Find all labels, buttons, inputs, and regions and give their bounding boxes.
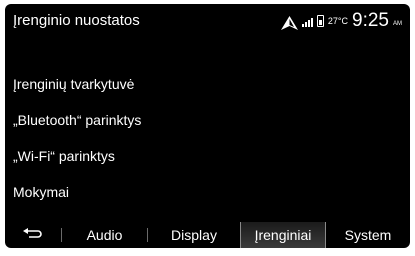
menu-item-tutorials[interactable]: Mokymai bbox=[13, 174, 410, 210]
device-settings-screen: Įrenginio nuostatos 27°C 9:25 AM Įrengin… bbox=[5, 4, 410, 248]
tab-audio[interactable]: Audio bbox=[62, 222, 147, 248]
settings-menu: Įrenginių tvarkytuvė „Bluetooth“ parinkt… bbox=[13, 66, 410, 210]
bottom-tab-bar: Audio Display Įrenginiai System bbox=[5, 222, 410, 248]
page-title: Įrenginio nuostatos bbox=[13, 12, 140, 29]
tab-system[interactable]: System bbox=[326, 222, 410, 248]
tab-devices[interactable]: Įrenginiai bbox=[240, 222, 326, 248]
signal-strength-icon bbox=[301, 15, 313, 27]
menu-item-wifi-options[interactable]: „Wi-Fi“ parinktys bbox=[13, 138, 410, 174]
status-bar: 27°C 9:25 AM bbox=[280, 8, 402, 31]
menu-item-device-manager[interactable]: Įrenginių tvarkytuvė bbox=[13, 66, 410, 102]
back-arrow-icon bbox=[5, 228, 61, 240]
temperature-readout: 27°C bbox=[327, 16, 349, 26]
back-button[interactable] bbox=[5, 222, 61, 248]
clock-time: 9:25 bbox=[352, 10, 389, 31]
phone-battery-icon bbox=[316, 15, 324, 27]
navigation-arrow-icon[interactable] bbox=[280, 16, 298, 30]
menu-item-bluetooth-options[interactable]: „Bluetooth“ parinktys bbox=[13, 102, 410, 138]
clock-ampm: AM bbox=[393, 21, 402, 27]
tab-display[interactable]: Display bbox=[148, 222, 240, 248]
